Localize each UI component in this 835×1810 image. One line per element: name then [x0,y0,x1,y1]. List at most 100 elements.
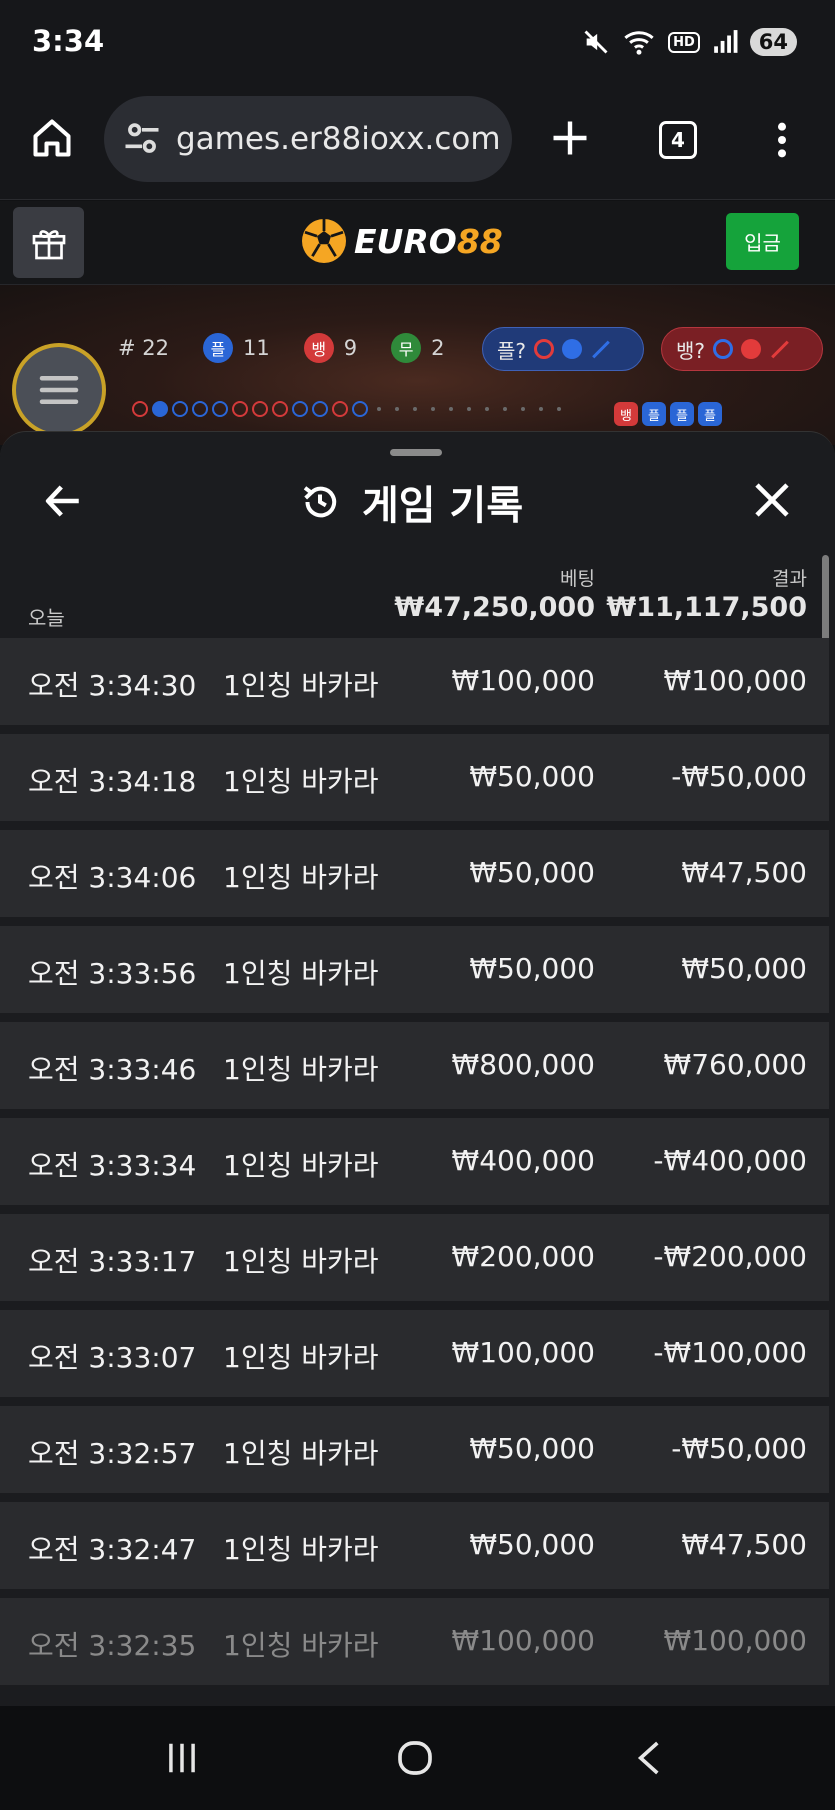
tie-count: 2 [431,336,445,360]
nav-back-icon[interactable] [634,1738,664,1778]
road-ring [352,401,368,417]
address-bar[interactable]: games.er88ioxx.com [104,96,512,182]
row-bet: ₩50,000 [469,952,595,985]
row-game: 1인칭 바카라 [223,1629,379,1662]
blue-slash-icon [592,340,610,358]
logo-text: EURO88 [354,222,503,261]
history-row[interactable]: 오전 3:34:30 1인칭 바카라 ₩100,000 ₩100,000 [0,638,829,725]
road-ring [132,401,148,417]
history-icon [303,486,337,518]
road-dot [539,407,543,411]
history-row[interactable]: 오전 3:33:17 1인칭 바카라 ₩200,000 -₩200,000 [0,1214,829,1301]
round-stats: # 22 플 11 뱅 9 무 2 [118,333,444,363]
row-game: 1인칭 바카라 [223,861,379,894]
history-row[interactable]: 오전 3:34:18 1인칭 바카라 ₩50,000 -₩50,000 [0,734,829,821]
row-time: 오전 3:33:07 [28,1341,197,1374]
road-ring [332,401,348,417]
site-settings-icon[interactable] [120,117,164,161]
today-label: 오늘 [28,606,65,630]
home-icon[interactable] [30,116,74,160]
tabs-icon[interactable]: 4 [659,121,697,159]
road-ring [212,401,228,417]
road-dot [485,407,489,411]
row-time: 오전 3:32:47 [28,1533,197,1566]
mute-icon [584,30,608,54]
home-circle-icon[interactable] [395,1738,435,1778]
history-row[interactable]: 오전 3:33:46 1인칭 바카라 ₩800,000 ₩760,000 [0,1022,829,1109]
player-predict-label: 플? [497,338,527,363]
blue-ring-icon [713,339,734,359]
row-bet: ₩100,000 [451,1336,595,1369]
road-dot [377,407,381,411]
gift-button[interactable] [13,207,84,278]
wifi-icon [624,31,654,55]
row-bet: ₩50,000 [469,1432,595,1465]
scrollbar[interactable] [822,555,829,643]
player-predict-button[interactable]: 플? [482,327,644,371]
row-bet: ₩50,000 [469,1528,595,1561]
row-time: 오전 3:34:30 [28,669,197,702]
row-bet: ₩50,000 [469,856,595,889]
bet-column-header: 베팅 [560,568,595,590]
history-row[interactable]: 오전 3:34:06 1인칭 바카라 ₩50,000 ₩47,500 [0,830,829,917]
history-list: 오전 3:34:30 1인칭 바카라 ₩100,000 ₩100,000 오전 … [0,638,829,1694]
gift-icon [32,229,65,259]
row-bet: ₩800,000 [451,1048,595,1081]
url-text[interactable]: games.er88ioxx.com [176,121,501,157]
row-result: ₩50,000 [681,952,807,985]
red-slash-icon [771,340,789,358]
road-ring [232,401,248,417]
close-icon[interactable] [752,480,792,520]
row-result: ₩100,000 [663,1624,807,1657]
more-vert-icon[interactable] [762,118,802,162]
hamburger-icon [39,376,79,404]
round-number: # 22 [118,336,169,360]
banker-badge: 뱅 [303,333,334,363]
logo-text-euro: EURO [354,221,457,261]
red-dot-icon [741,339,762,359]
drag-handle[interactable] [390,449,442,456]
road-ring [272,401,288,417]
browser-toolbar: games.er88ioxx.com 4 [0,86,835,200]
banker-predict-button[interactable]: 뱅? [661,327,823,371]
soccer-ball-icon [302,219,346,263]
history-row[interactable]: 오전 3:33:07 1인칭 바카라 ₩100,000 -₩100,000 [0,1310,829,1397]
game-menu-button[interactable] [12,343,106,437]
back-arrow-icon[interactable] [42,480,84,522]
road-ring [152,401,168,417]
road-dot [431,407,435,411]
row-game: 1인칭 바카라 [223,957,379,990]
row-game: 1인칭 바카라 [223,1533,379,1566]
system-nav-bar [0,1706,835,1810]
row-time: 오전 3:33:17 [28,1245,197,1278]
history-row[interactable]: 오전 3:32:57 1인칭 바카라 ₩50,000 -₩50,000 [0,1406,829,1493]
player-badge: 플 [203,333,233,363]
row-game: 1인칭 바카라 [223,1053,379,1086]
battery-indicator: 64 [749,28,797,56]
recent-results: 뱅 플 플 플 [614,402,722,426]
road-dot [395,407,399,411]
history-row[interactable]: 오전 3:33:34 1인칭 바카라 ₩400,000 -₩400,000 [0,1118,829,1205]
row-result: -₩50,000 [671,760,807,793]
bead-road [132,401,566,417]
signal-icon [713,30,738,53]
deposit-button[interactable]: 입금 [726,213,799,270]
recent-result-tag: 뱅 [614,402,638,426]
row-bet: ₩50,000 [469,760,595,793]
status-bar: 3:34 HD 64 [0,0,835,86]
history-row[interactable]: 오전 3:33:56 1인칭 바카라 ₩50,000 ₩50,000 [0,926,829,1013]
row-time: 오전 3:33:34 [28,1149,197,1182]
row-bet: ₩100,000 [451,664,595,697]
recent-result-tag: 플 [642,402,666,426]
logo-text-88: 88 [456,221,503,261]
recent-apps-icon[interactable] [163,1738,201,1778]
history-row[interactable]: 오전 3:32:47 1인칭 바카라 ₩50,000 ₩47,500 [0,1502,829,1589]
hd-icon: HD [668,31,700,53]
plus-icon[interactable] [548,116,592,160]
road-dot [467,407,471,411]
status-icons: HD 64 [582,22,797,62]
player-count: 11 [243,336,270,360]
site-logo[interactable]: EURO88 [300,211,503,271]
history-row[interactable]: 오전 3:32:35 1인칭 바카라 ₩100,000 ₩100,000 [0,1598,829,1685]
site-header: EURO88 입금 [0,201,835,285]
